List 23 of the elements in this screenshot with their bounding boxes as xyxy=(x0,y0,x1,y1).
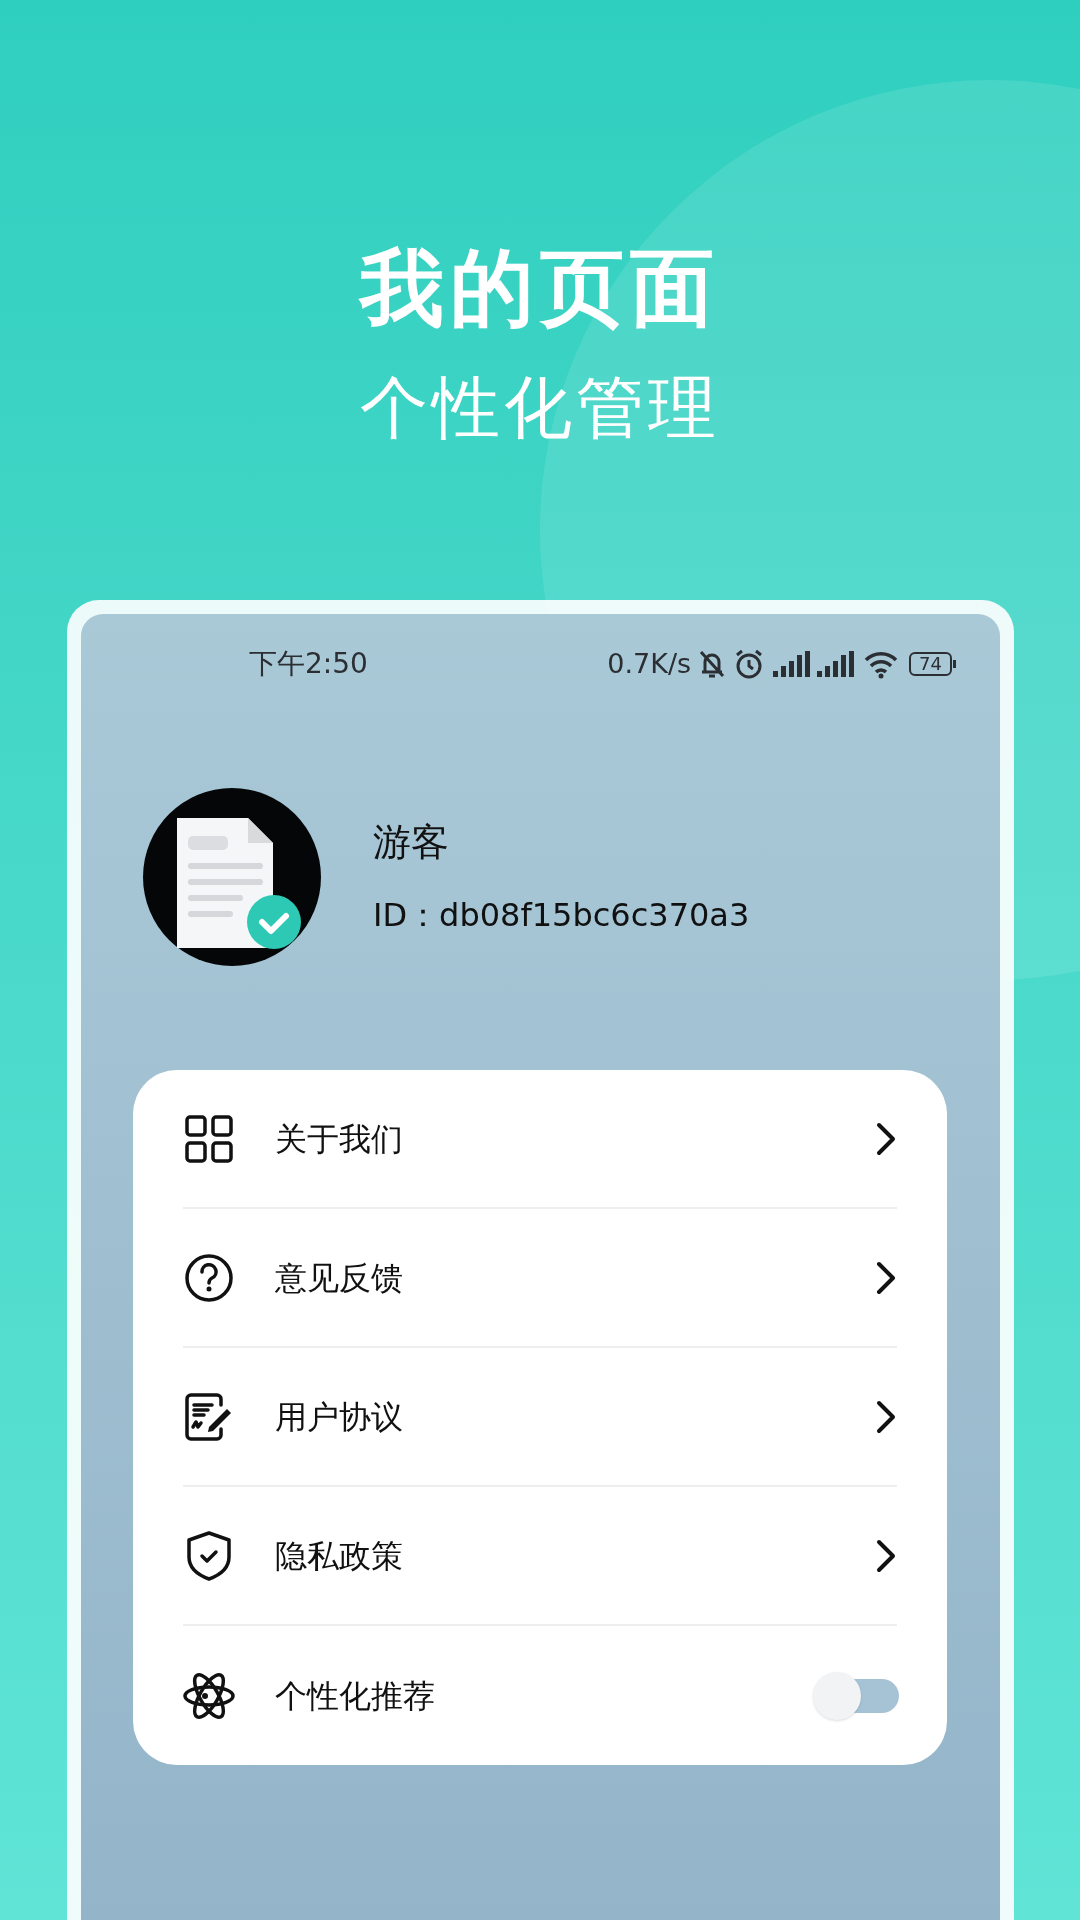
signal-icon xyxy=(815,649,856,679)
page-subheadline: 个性化管理 xyxy=(360,367,720,449)
battery-indicator: 74 xyxy=(909,652,956,676)
grid-icon xyxy=(183,1112,235,1165)
signal-icon xyxy=(771,649,812,679)
chevron-right-icon xyxy=(875,1537,897,1574)
menu-item[interactable]: 关于我们 xyxy=(183,1070,897,1209)
page-headline: 我的页面 xyxy=(360,238,720,339)
wifi-icon xyxy=(863,649,900,679)
user-name: 游客 xyxy=(373,819,450,866)
chevron-right-icon xyxy=(875,1398,897,1435)
document-avatar-icon xyxy=(143,788,321,966)
menu-item[interactable]: 用户协议 xyxy=(183,1348,897,1487)
help-icon xyxy=(183,1251,235,1304)
chevron-right-icon xyxy=(875,1259,897,1296)
chevron-right-icon xyxy=(875,1120,897,1157)
menu-item-label: 个性化推荐 xyxy=(275,1675,436,1717)
status-time: 下午2:50 xyxy=(249,646,368,682)
toggle-switch[interactable] xyxy=(813,1671,899,1720)
menu-item[interactable]: 意见反馈 xyxy=(183,1209,897,1348)
user-id: ID：db08f15bc6c370a3 xyxy=(373,895,750,936)
network-speed: 0.7K/s xyxy=(607,646,692,681)
menu-item[interactable]: 隐私政策 xyxy=(183,1487,897,1626)
